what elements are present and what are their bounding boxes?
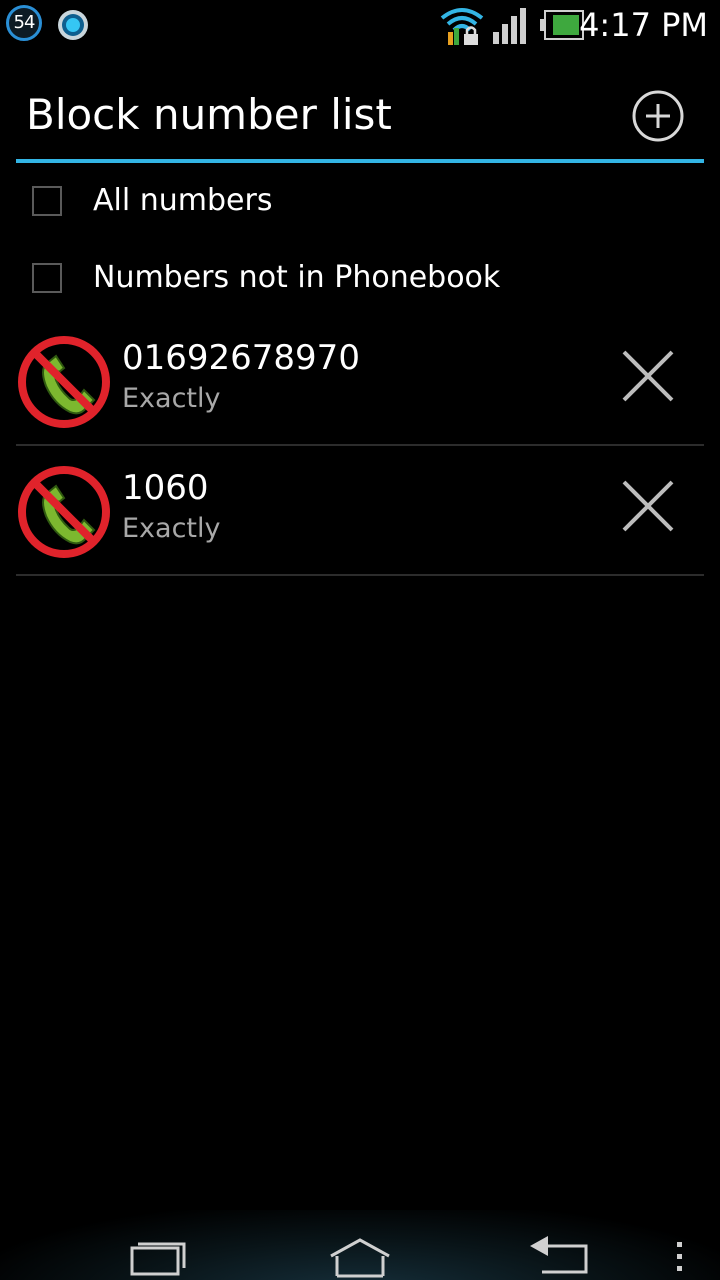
notification-count: 54 [13, 12, 36, 33]
option-label: Numbers not in Phonebook [93, 260, 501, 295]
all-numbers-checkbox[interactable] [32, 186, 62, 216]
blocked-number-item[interactable]: 1060 Exactly [16, 446, 704, 576]
title-bar: Block number list [16, 60, 704, 163]
blue-dot-icon [58, 10, 88, 40]
status-time: 4:17 PM [579, 6, 708, 44]
navigation-bar [0, 1210, 720, 1280]
notification-badge-icon: 54 [6, 5, 42, 41]
match-type: Exactly [122, 383, 221, 414]
blocked-number: 1060 [122, 468, 209, 508]
not-in-phonebook-checkbox[interactable] [32, 263, 62, 293]
blocked-number: 01692678970 [122, 338, 360, 378]
wifi-icon [440, 8, 484, 45]
back-icon[interactable] [524, 1230, 594, 1280]
option-all-numbers[interactable]: All numbers [16, 164, 704, 238]
page-title: Block number list [26, 90, 392, 139]
delete-icon[interactable] [618, 476, 678, 536]
add-circle-icon[interactable] [630, 88, 686, 144]
status-bar: 54 4:17 PM [0, 0, 720, 50]
option-not-in-phonebook[interactable]: Numbers not in Phonebook [16, 241, 704, 315]
lock-icon [464, 26, 478, 45]
blocked-phone-icon [18, 466, 110, 558]
blocked-phone-icon [18, 336, 110, 428]
home-icon[interactable] [325, 1230, 395, 1280]
signal-icon [493, 8, 526, 44]
blocked-number-item[interactable]: 01692678970 Exactly [16, 316, 704, 446]
delete-icon[interactable] [618, 346, 678, 406]
match-type: Exactly [122, 513, 221, 544]
recent-apps-icon[interactable] [124, 1230, 194, 1280]
option-label: All numbers [93, 183, 273, 218]
battery-icon [540, 10, 584, 40]
menu-dots-icon[interactable] [668, 1230, 692, 1280]
